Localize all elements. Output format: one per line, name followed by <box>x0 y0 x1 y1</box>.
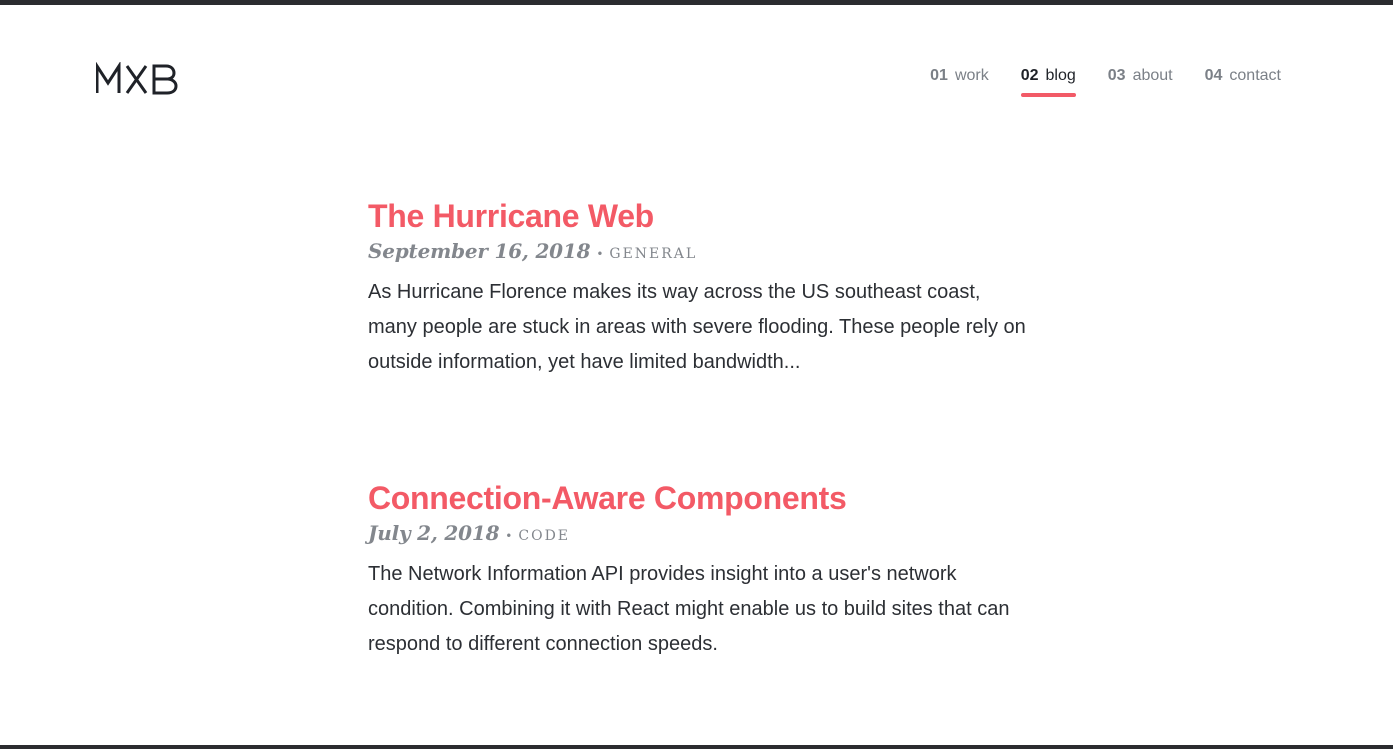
mxb-logo-icon <box>95 60 178 95</box>
nav-number: 01 <box>930 67 948 84</box>
post-date: July 2, 2018 <box>368 521 500 545</box>
meta-separator: • <box>596 247 604 261</box>
mxb-logo[interactable] <box>95 60 180 96</box>
post-title-link[interactable]: The Hurricane Web <box>368 193 1058 239</box>
active-nav-indicator <box>1020 93 1076 97</box>
nav-number: 02 <box>1020 67 1039 84</box>
blog-post: Connection-Aware Components July 2, 2018… <box>368 475 1058 662</box>
nav-item-about[interactable]: 03 about <box>1108 61 1173 97</box>
blog-post-list: The Hurricane Web September 16, 2018 • G… <box>368 193 1058 745</box>
nav-item-blog[interactable]: 02 blog <box>1020 61 1076 97</box>
nav-label: contact <box>1229 67 1281 84</box>
nav-item-contact[interactable]: 04 contact <box>1205 61 1281 97</box>
nav-label: work <box>954 67 989 84</box>
post-category: GENERAL <box>609 246 698 262</box>
post-excerpt: As Hurricane Florence makes its way acro… <box>368 281 1026 373</box>
nav-item-work[interactable]: 01 work <box>930 61 989 97</box>
meta-separator: • <box>505 529 513 543</box>
nav-label: about <box>1132 67 1173 84</box>
post-meta: September 16, 2018 • GENERAL <box>368 239 1058 263</box>
nav-number: 03 <box>1107 67 1126 84</box>
nav-label: blog <box>1045 67 1076 84</box>
post-excerpt: The Network Information API provides ins… <box>368 563 1010 655</box>
post-meta: July 2, 2018 • CODE <box>368 521 1058 545</box>
post-date: September 16, 2018 <box>368 239 591 263</box>
post-title-link[interactable]: Connection-Aware Components <box>368 475 1058 521</box>
nav-number: 04 <box>1204 67 1223 84</box>
main-nav: 01 work 02 blog 03 about 04 contact <box>930 61 1281 97</box>
blog-post: The Hurricane Web September 16, 2018 • G… <box>368 193 1058 380</box>
post-category: CODE <box>518 528 571 544</box>
page: 01 work 02 blog 03 about 04 contact The … <box>0 5 1393 745</box>
